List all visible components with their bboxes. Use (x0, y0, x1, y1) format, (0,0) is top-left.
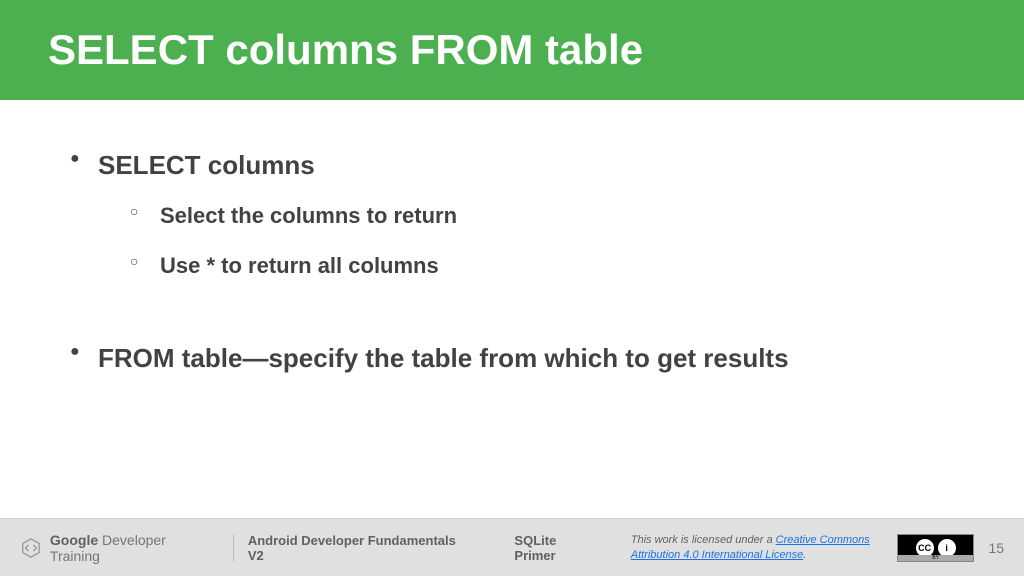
license-text: This work is licensed under a Creative C… (631, 533, 881, 562)
dev-hex-icon (20, 537, 42, 559)
bullet-select-columns: SELECT columns Select the columns to ret… (60, 150, 964, 279)
page-number: 15 (988, 540, 1004, 556)
slide-title: SELECT columns FROM table (48, 26, 643, 74)
footer-logo: Google Developer Training (20, 532, 219, 564)
subbullet-select-return: Select the columns to return (98, 203, 964, 229)
subbullet-star-all: Use * to return all columns (98, 253, 964, 279)
course-name: Android Developer Fundamentals V2 (248, 533, 475, 563)
bullet-text: SELECT columns (98, 150, 315, 180)
cc-by-badge: CC i BY (897, 534, 975, 562)
slide-footer: Google Developer Training Android Develo… (0, 518, 1024, 576)
license-pre: This work is licensed under a (631, 534, 776, 546)
logo-google: Google (50, 532, 98, 548)
google-dev-training-text: Google Developer Training (50, 532, 219, 564)
slide-header: SELECT columns FROM table (0, 0, 1024, 100)
bullet-from-table: FROM table—specify the table from which … (60, 343, 964, 374)
by-label: BY (898, 555, 974, 561)
footer-divider (233, 534, 234, 562)
license-post: . (803, 549, 806, 561)
section-name: SQLite Primer (514, 533, 600, 563)
slide-body: SELECT columns Select the columns to ret… (0, 100, 1024, 374)
